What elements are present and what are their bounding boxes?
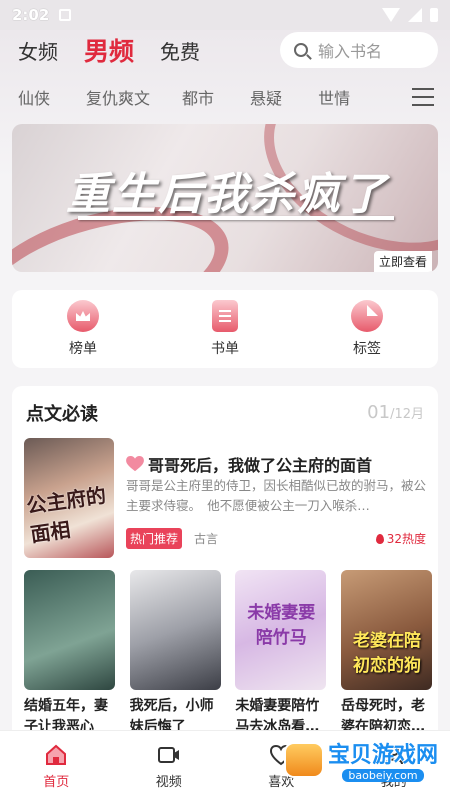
book-item[interactable]: 我死后，小师妹后悔了 (129, 570, 221, 738)
nav-video[interactable]: 视频 (134, 743, 204, 790)
sim-icon (59, 9, 72, 21)
quick-ranking[interactable]: 榜单 (38, 300, 128, 358)
featured-genre: 古言 (194, 532, 219, 546)
menu-icon[interactable] (412, 88, 434, 106)
featured-cover-text: 公主府的面相 (24, 483, 108, 547)
book-item[interactable]: 结婚五年，妻子让我恶心 (24, 570, 115, 738)
status-bar: 2:02 (0, 0, 450, 30)
featured-book-description: 哥哥是公主府里的侍卫，因长相酷似已故的驸马，被公主要求侍寝。 他不愿便被公主一刀… (126, 478, 427, 513)
signal-icon (408, 8, 422, 22)
category-mystery[interactable]: 悬疑 (250, 85, 282, 109)
book-cover-text: 未婚妻要陪竹马 (247, 603, 316, 648)
quick-tags[interactable]: 标签 (322, 300, 412, 358)
tab-male[interactable]: 男频 (84, 32, 134, 68)
featured-book-title[interactable]: 哥哥死后，我做了公主府的面首 (126, 452, 372, 476)
battery-icon (430, 8, 438, 22)
tab-female[interactable]: 女频 (18, 36, 58, 65)
gamepad-icon (283, 741, 324, 778)
site-watermark: 宝贝游戏网 baobeiy.com (283, 737, 438, 782)
book-cover: 未婚妻要陪竹马 (235, 570, 327, 690)
banner-underline (78, 216, 394, 220)
quick-tags-label: 标签 (353, 341, 381, 357)
daily-picks-card: 点文必读 01/12月 公主府的面相 哥哥死后，我做了公主府的面首 哥哥是公主府… (12, 386, 438, 746)
banner-title: 重生后我杀疯了 (66, 169, 388, 220)
book-cover (24, 570, 115, 690)
category-bar: 仙侠 复仇爽文 都市 悬疑 世情 (0, 82, 450, 112)
banner-cta[interactable]: 立即查看 (373, 251, 432, 272)
wifi-icon (382, 8, 400, 22)
quick-booklist[interactable]: 书单 (180, 300, 270, 358)
channel-tabs: 女频 男频 免费 输入书名 (0, 30, 450, 70)
search-icon (294, 43, 308, 57)
video-icon (157, 747, 179, 763)
category-xianxia[interactable]: 仙侠 (18, 85, 50, 109)
book-cover: 老婆在陪初恋的狗 (340, 570, 432, 690)
section-title: 点文必读 (26, 404, 98, 425)
section-date: 01/12月 (367, 402, 424, 423)
promo-banner[interactable]: 重生后我杀疯了 立即查看 (12, 124, 438, 272)
tag-icon (351, 300, 383, 332)
status-time: 2:02 (12, 6, 50, 24)
category-revenge[interactable]: 复仇爽文 (86, 85, 150, 109)
watermark-url: baobeiy.com (342, 769, 424, 782)
book-cover (129, 570, 221, 690)
book-cover-text: 老婆在陪初恋的狗 (352, 631, 421, 676)
featured-book-cover[interactable]: 公主府的面相 (24, 438, 114, 558)
book-item[interactable]: 老婆在陪初恋的狗 岳母死时，老婆在陪初恋… (340, 570, 432, 738)
document-icon (212, 300, 238, 332)
category-family[interactable]: 世情 (318, 85, 350, 109)
book-grid: 结婚五年，妻子让我恶心 我死后，小师妹后悔了 未婚妻要陪竹马 未婚妻要陪竹马去冰… (24, 570, 432, 738)
crown-icon (67, 300, 99, 332)
book-item[interactable]: 未婚妻要陪竹马 未婚妻要陪竹马去冰岛看… (235, 570, 327, 738)
hot-badge: 热门推荐 (126, 528, 183, 549)
heart-icon (126, 456, 144, 472)
quick-ranking-label: 榜单 (69, 341, 97, 357)
search-input[interactable]: 输入书名 (280, 32, 438, 68)
quick-booklist-label: 书单 (211, 341, 239, 357)
watermark-title: 宝贝游戏网 (327, 743, 438, 768)
nav-home[interactable]: 首页 (21, 743, 91, 790)
featured-heat: 32热度 (375, 530, 426, 547)
quick-entries: 榜单 书单 标签 (12, 290, 438, 368)
home-icon (46, 744, 67, 765)
tab-free[interactable]: 免费 (160, 36, 200, 65)
search-placeholder: 输入书名 (318, 42, 383, 61)
category-urban[interactable]: 都市 (182, 85, 214, 109)
flame-icon (375, 533, 384, 544)
